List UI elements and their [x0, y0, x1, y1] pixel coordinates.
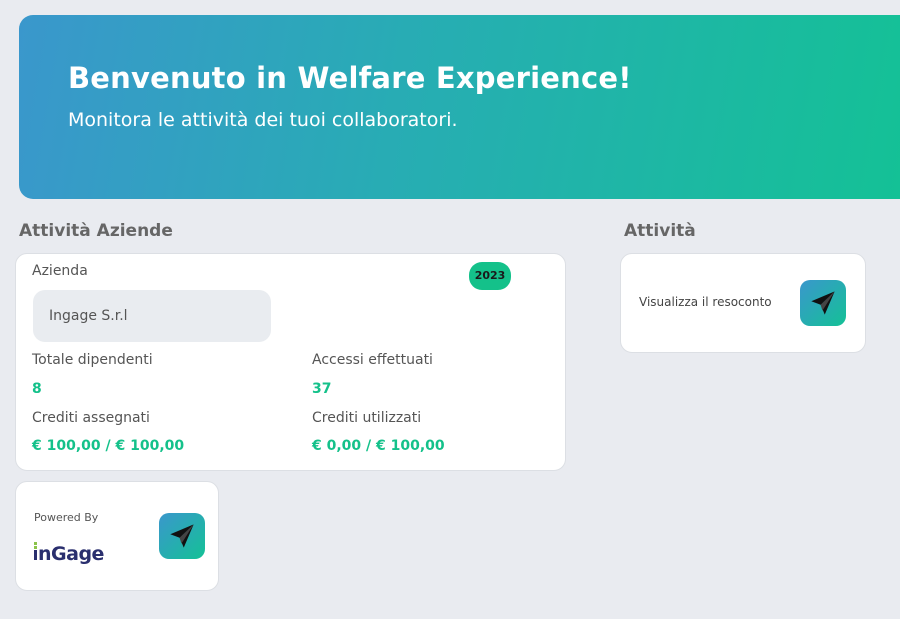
activity-report-card[interactable]: Visualizza il resoconto	[620, 253, 866, 353]
powered-by-text: Powered By	[34, 511, 99, 524]
company-activity-card: Azienda 2023 Ingage S.r.l Totale dipende…	[15, 253, 566, 471]
employees-label: Totale dipendenti	[32, 352, 153, 368]
ingage-logo: nGage	[33, 538, 113, 565]
welcome-title: Benvenuto in Welfare Experience!	[68, 61, 632, 95]
view-report-text: Visualizza il resoconto	[639, 295, 772, 309]
powered-by-card: Powered By nGage	[15, 481, 219, 591]
welcome-banner: Benvenuto in Welfare Experience! Monitor…	[19, 15, 900, 199]
dashboard-page: Benvenuto in Welfare Experience! Monitor…	[0, 0, 900, 619]
view-report-button[interactable]	[800, 280, 846, 326]
welcome-subtitle: Monitora le attività dei tuoi collaborat…	[68, 109, 458, 131]
powered-by-button[interactable]	[159, 513, 205, 559]
paper-plane-icon	[170, 524, 194, 548]
company-select-field[interactable]: Ingage S.r.l	[33, 290, 271, 342]
access-value: 37	[312, 381, 332, 397]
activity-section-title: Attività	[624, 221, 696, 241]
employees-value: 8	[32, 381, 42, 397]
company-label: Azienda	[32, 263, 88, 279]
paper-plane-icon	[811, 291, 835, 315]
companies-section-title: Attività Aziende	[19, 221, 173, 241]
assigned-credits-value: € 100,00 / € 100,00	[32, 438, 185, 454]
svg-text:nGage: nGage	[38, 543, 104, 564]
year-badge[interactable]: 2023	[469, 262, 511, 290]
used-credits-value: € 0,00 / € 100,00	[312, 438, 445, 454]
assigned-credits-label: Crediti assegnati	[32, 410, 150, 426]
access-label: Accessi effettuati	[312, 352, 433, 368]
used-credits-label: Crediti utilizzati	[312, 410, 422, 426]
